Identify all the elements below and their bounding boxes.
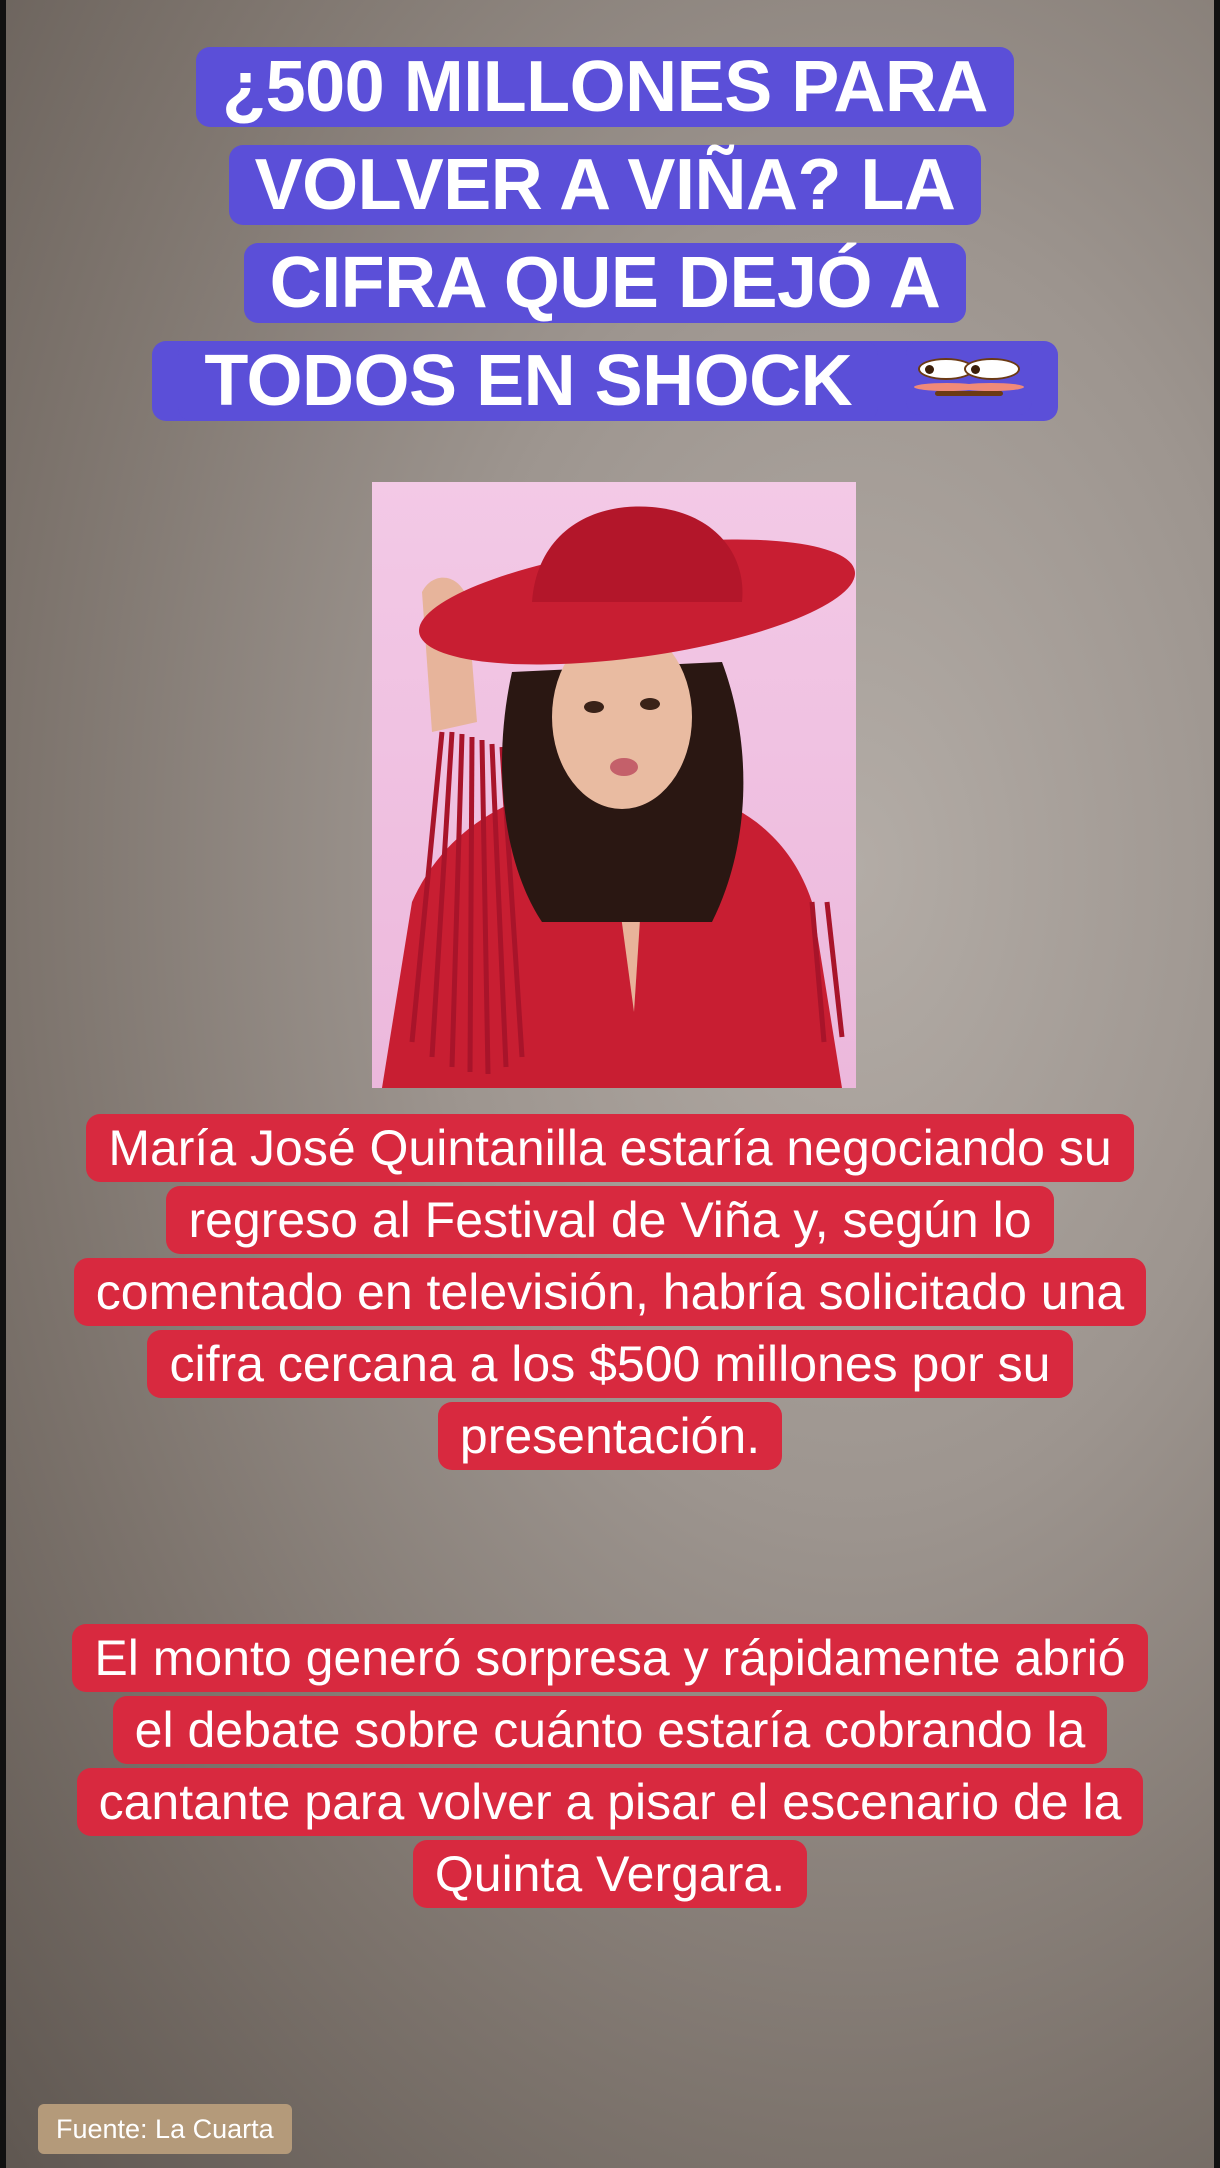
headline-line-3: CIFRA QUE DEJÓ A: [243, 243, 967, 323]
paragraph-2: El monto generó sorpresa y rápidamente a…: [60, 1622, 1160, 1910]
flushed-face-emoji-icon: [905, 341, 1032, 415]
left-frame-edge: [0, 0, 6, 2168]
headline-line-4: TODOS EN SHOCK: [178, 341, 879, 421]
headline: ¿500 MILLONES PARA VOLVER A VIÑA? LA CIF…: [125, 38, 1085, 430]
woman-red-cowboy-hat-icon: [382, 506, 855, 1088]
paragraph-1: María José Quintanilla estaría negociand…: [60, 1112, 1160, 1472]
source-badge: Fuente: La Cuarta: [38, 2104, 292, 2154]
headline-line-2: VOLVER A VIÑA? LA: [228, 145, 982, 225]
paragraph-2-text: El monto generó sorpresa y rápidamente a…: [72, 1624, 1148, 1908]
right-frame-edge: [1214, 0, 1220, 2168]
singer-photo: [372, 482, 856, 1088]
paragraph-1-text: María José Quintanilla estaría negociand…: [73, 1114, 1147, 1470]
headline-line-1: ¿500 MILLONES PARA: [196, 47, 1014, 127]
